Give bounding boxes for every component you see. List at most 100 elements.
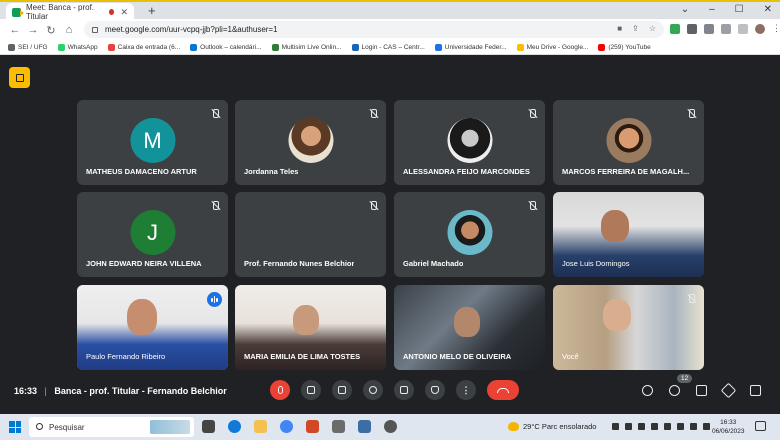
participant-name: MARIA EMILIA DE LIMA TOSTES	[244, 352, 361, 361]
present-screen-button[interactable]	[394, 380, 414, 400]
app-icon[interactable]	[358, 420, 371, 433]
participant-tile[interactable]: Você	[553, 285, 704, 370]
participant-photo-avatar	[447, 210, 492, 255]
bookmark-item[interactable]: SEI / UFG	[8, 44, 48, 51]
reload-icon[interactable]: ↻	[42, 24, 60, 37]
bookmark-item[interactable]: (259) YouTube	[598, 44, 651, 51]
raise-hand-button[interactable]	[425, 380, 445, 400]
minimize-icon[interactable]: –	[709, 4, 715, 15]
weather-widget[interactable]: 29°C Parc ensolarado	[508, 422, 596, 431]
more-options-button[interactable]: ⋮	[456, 380, 476, 400]
bookmark-favicon-icon	[351, 44, 359, 51]
bookmark-item[interactable]: WhatsApp	[57, 44, 98, 51]
participant-tile[interactable]: Jordanna Teles	[235, 100, 386, 185]
tray-icon[interactable]	[625, 423, 632, 430]
participant-tile[interactable]: MARIA EMILIA DE LIMA TOSTES	[235, 285, 386, 370]
mic-muted-icon	[210, 109, 220, 119]
bookmarks-bar: SEI / UFG WhatsApp Caixa de entrada (6... O…	[0, 41, 780, 55]
wifi-icon[interactable]	[677, 423, 684, 430]
maximize-icon[interactable]: ☐	[735, 4, 744, 15]
new-tab-button[interactable]: +	[148, 4, 156, 18]
participant-tile[interactable]: M MATHEUS DAMACENO ARTUR	[77, 100, 228, 185]
participant-tile[interactable]: Jose Luis Domingos	[553, 192, 704, 277]
participant-tile[interactable]: ANTONIO MELO DE OLIVEIRA	[394, 285, 545, 370]
windows-taskbar: Pesquisar 29°C Parc ensolarado 16:33 06/…	[0, 414, 780, 440]
address-bar[interactable]: meet.google.com/uur-vcpq-jjb?pli=1&authu…	[84, 21, 664, 38]
bookmark-favicon-icon	[434, 44, 442, 51]
profile-avatar[interactable]	[755, 23, 765, 34]
camera-indicator-icon[interactable]: ■	[617, 24, 622, 33]
participant-tile[interactable]: MARCOS FERREIRA DE MAGALH...	[553, 100, 704, 185]
captions-icon	[338, 386, 346, 394]
captions-button[interactable]	[332, 380, 352, 400]
extension-icon[interactable]	[687, 23, 697, 34]
participant-tile[interactable]: J JOHN EDWARD NEIRA VILLENA	[77, 192, 228, 277]
notifications-icon[interactable]	[755, 421, 766, 431]
bookmark-item[interactable]: Login - CAS – Centr...	[351, 44, 425, 51]
camera-toggle-button[interactable]	[301, 380, 321, 400]
bookmark-item[interactable]: Universidade Feder...	[434, 44, 507, 51]
meeting-info: 16:33 | Banca - prof. Titular - Fernando…	[14, 386, 227, 396]
powerpoint-icon[interactable]	[306, 420, 319, 433]
activities-icon[interactable]	[720, 382, 737, 399]
task-view-icon[interactable]	[202, 420, 215, 433]
bookmark-star-icon[interactable]: ☆	[649, 24, 656, 33]
clock-time: 16:33	[720, 419, 737, 426]
mic-muted-icon	[686, 294, 696, 304]
edge-icon[interactable]	[228, 420, 241, 433]
participant-tile[interactable]: Prof. Fernando Nunes Belchior	[235, 192, 386, 277]
extension-icon[interactable]	[670, 23, 680, 34]
mic-muted-icon	[368, 201, 378, 211]
side-panel-icon[interactable]	[738, 23, 748, 34]
bookmark-item[interactable]: Meu Drive - Google...	[516, 44, 588, 51]
tray-icon[interactable]	[664, 423, 671, 430]
emoji-icon	[369, 386, 377, 394]
bookmark-item[interactable]: Caixa de entrada (6...	[107, 44, 180, 51]
recording-dot-icon	[109, 9, 115, 15]
participant-photo-avatar	[447, 118, 492, 163]
leave-call-button[interactable]	[487, 380, 519, 400]
meeting-control-bar: 16:33 | Banca - prof. Titular - Fernando…	[0, 370, 780, 414]
host-controls-icon[interactable]	[9, 67, 30, 88]
extension-icon[interactable]	[704, 23, 714, 34]
host-controls-lock-icon[interactable]	[750, 385, 761, 396]
close-window-icon[interactable]: ✕	[764, 4, 772, 15]
reactions-button[interactable]	[363, 380, 383, 400]
participant-tile[interactable]: Paulo Fernando Ribeiro	[77, 285, 228, 370]
taskbar-clock[interactable]: 16:33 06/06/2023	[712, 418, 745, 436]
people-icon[interactable]	[669, 385, 680, 396]
file-explorer-icon[interactable]	[254, 420, 267, 433]
meeting-separator: |	[44, 386, 47, 396]
forward-arrow-icon[interactable]: →	[24, 24, 42, 36]
mic-muted-icon	[368, 109, 378, 119]
back-arrow-icon[interactable]: ←	[6, 24, 24, 36]
windows-start-icon[interactable]	[9, 421, 21, 433]
menu-kebab-icon[interactable]: ⋮	[772, 23, 780, 34]
tray-icon[interactable]	[651, 423, 658, 430]
hang-up-icon	[497, 387, 509, 393]
participant-tile[interactable]: ALESSANDRA FEIJO MARCONDES	[394, 100, 545, 185]
bookmark-item[interactable]: Multisim Live Onlin...	[271, 44, 342, 51]
participant-tile[interactable]: Gabriel Machado	[394, 192, 545, 277]
mic-toggle-button[interactable]	[270, 380, 290, 400]
weather-sun-icon	[508, 422, 519, 431]
chevron-down-icon[interactable]: ⌄	[681, 4, 689, 15]
chrome-icon[interactable]	[280, 420, 293, 433]
meeting-details-icon[interactable]	[642, 385, 653, 396]
participant-name: Jordanna Teles	[244, 167, 299, 176]
home-icon[interactable]: ⌂	[60, 24, 78, 36]
tray-icon[interactable]	[638, 423, 645, 430]
close-tab-icon[interactable]: ✕	[120, 7, 128, 18]
puzzle-icon[interactable]	[721, 23, 731, 34]
hand-icon	[431, 386, 439, 394]
taskbar-search-box[interactable]: Pesquisar	[29, 417, 194, 437]
bookmark-item[interactable]: Outlook – calendári...	[190, 44, 262, 51]
app-icon[interactable]	[384, 420, 397, 433]
volume-icon[interactable]	[690, 423, 697, 430]
chevron-up-icon[interactable]	[612, 423, 619, 430]
share-icon[interactable]: ⇪	[632, 24, 639, 33]
battery-icon[interactable]	[703, 423, 710, 430]
participant-face	[603, 299, 631, 331]
app-icon[interactable]	[332, 420, 345, 433]
chat-icon[interactable]	[696, 385, 707, 396]
